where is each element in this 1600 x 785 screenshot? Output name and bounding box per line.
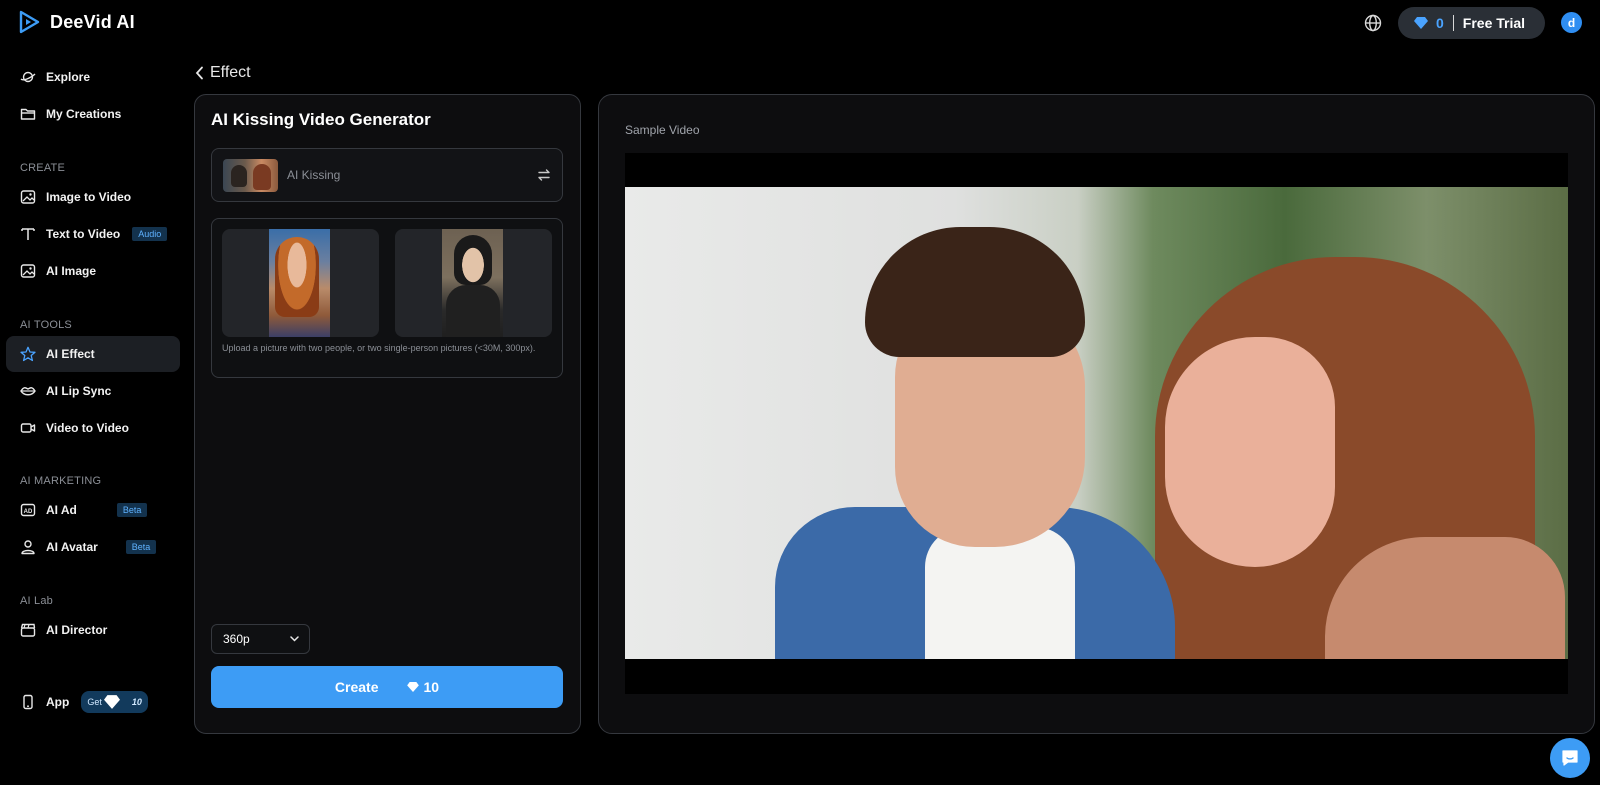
- sidebar-item-ai-effect[interactable]: AI Effect: [6, 336, 180, 372]
- image-icon: [20, 264, 36, 278]
- section-label-ai-tools: AI TOOLS: [20, 319, 72, 331]
- get-badge-value: 10: [131, 697, 142, 707]
- beta-badge: Beta: [116, 503, 148, 517]
- chevron-down-icon: [290, 636, 299, 642]
- avatar[interactable]: d: [1561, 12, 1582, 33]
- sidebar-item-label: My Creations: [46, 107, 122, 121]
- swap-icon[interactable]: [536, 167, 552, 183]
- back-to-effect[interactable]: Effect: [195, 64, 251, 82]
- video-figure-man: [775, 227, 1175, 659]
- upload-slot-person-1[interactable]: [222, 229, 379, 337]
- sidebar-item-label: Explore: [46, 70, 91, 84]
- sidebar-item-label: Image to Video: [46, 190, 132, 204]
- upload-slot-person-2[interactable]: [395, 229, 552, 337]
- pill-divider: [1452, 15, 1454, 31]
- svg-text:AD: AD: [24, 509, 33, 515]
- diamond-icon: [406, 682, 419, 692]
- credits-count: 0: [1436, 15, 1444, 31]
- breadcrumb-label: Effect: [210, 64, 251, 81]
- sidebar-item-label: Video to Video: [46, 421, 129, 435]
- create-button[interactable]: Create 10: [211, 666, 563, 708]
- get-credits-badge: Get 10: [81, 691, 148, 713]
- globe-icon[interactable]: [1363, 13, 1383, 33]
- get-badge-label: Get: [87, 697, 102, 707]
- free-trial-button[interactable]: Free Trial: [1463, 15, 1525, 31]
- star-icon: [20, 346, 36, 362]
- sidebar-item-image-to-video[interactable]: Image to Video: [6, 179, 180, 215]
- sidebar-item-label: Text to Video: [46, 227, 121, 241]
- video-figure-woman: [1125, 257, 1565, 659]
- sidebar-item-ai-director[interactable]: AI Director: [6, 612, 180, 648]
- sidebar-item-ai-ad[interactable]: AD AI Ad Beta: [6, 492, 180, 528]
- create-cost: 10: [406, 679, 440, 695]
- sidebar: Explore My Creations CREATE Image to Vid…: [0, 46, 185, 785]
- create-cost-value: 10: [423, 679, 440, 695]
- sample-video-label: Sample Video: [625, 123, 700, 137]
- sidebar-item-label: AI Director: [46, 623, 108, 637]
- upload-area: Upload a picture with two people, or two…: [211, 218, 563, 378]
- effect-thumbnail: [223, 158, 278, 192]
- sidebar-item-label: AI Avatar: [46, 540, 98, 554]
- brand-logo[interactable]: DeeVid AI: [18, 10, 135, 34]
- deevid-logo-icon: [19, 10, 40, 34]
- sidebar-item-label: AI Ad: [46, 503, 77, 517]
- sidebar-item-my-creations[interactable]: My Creations: [6, 96, 180, 132]
- video-camera-icon: [20, 423, 36, 433]
- create-label: Create: [334, 679, 379, 695]
- sidebar-item-explore[interactable]: Explore: [6, 59, 180, 95]
- user-icon: [21, 540, 35, 555]
- upload-hint: Upload a picture with two people, or two…: [222, 343, 536, 353]
- chat-icon: [1562, 750, 1578, 766]
- resolution-select[interactable]: 360p: [211, 624, 310, 654]
- folder-icon: [20, 108, 36, 120]
- diamond-icon: [1414, 17, 1428, 29]
- chat-support-button[interactable]: [1550, 738, 1590, 778]
- beta-badge: Beta: [125, 540, 157, 554]
- sidebar-item-text-to-video[interactable]: Text to Video Audio: [6, 216, 180, 252]
- credits-pill[interactable]: 0 Free Trial: [1398, 7, 1545, 39]
- effect-name: AI Kissing: [287, 168, 341, 182]
- sidebar-item-label: AI Lip Sync: [46, 384, 112, 398]
- smartphone-icon: [23, 694, 33, 710]
- sidebar-item-label: App: [46, 695, 70, 709]
- sample-video-player[interactable]: [625, 153, 1568, 694]
- top-bar: DeeVid AI 0 Free Trial d: [0, 0, 1600, 46]
- sidebar-item-label: AI Effect: [46, 347, 95, 361]
- image-icon: [20, 190, 36, 204]
- ad-icon: AD: [20, 503, 36, 517]
- preview-panel: Sample Video: [598, 94, 1595, 734]
- lips-icon: [20, 387, 36, 396]
- sample-video-frame: [625, 187, 1568, 659]
- clapperboard-icon: [20, 623, 36, 637]
- sidebar-item-label: AI Image: [46, 264, 97, 278]
- chevron-left-icon: [195, 66, 203, 80]
- section-label-ai-lab: AI Lab: [20, 595, 54, 607]
- resolution-value: 360p: [223, 632, 250, 646]
- uploaded-photo-woman: [269, 229, 330, 337]
- section-label-create: CREATE: [20, 162, 66, 174]
- uploaded-photo-man: [442, 229, 503, 337]
- effect-selector[interactable]: AI Kissing: [211, 148, 563, 202]
- sidebar-item-video-to-video[interactable]: Video to Video: [6, 410, 180, 446]
- text-icon: [21, 228, 35, 240]
- sidebar-item-app[interactable]: App Get 10: [6, 684, 180, 720]
- audio-badge: Audio: [132, 227, 168, 241]
- page-title: AI Kissing Video Generator: [211, 110, 431, 129]
- diamond-icon: [103, 695, 120, 709]
- sidebar-item-ai-lip-sync[interactable]: AI Lip Sync: [6, 373, 180, 409]
- brand-name: DeeVid AI: [50, 11, 135, 32]
- planet-icon: [20, 71, 36, 83]
- sidebar-item-ai-image[interactable]: AI Image: [6, 253, 180, 289]
- generator-panel: AI Kissing Video Generator AI Kissing Up…: [194, 94, 581, 734]
- section-label-ai-marketing: AI MARKETING: [20, 475, 102, 487]
- sidebar-item-ai-avatar[interactable]: AI Avatar Beta: [6, 529, 180, 565]
